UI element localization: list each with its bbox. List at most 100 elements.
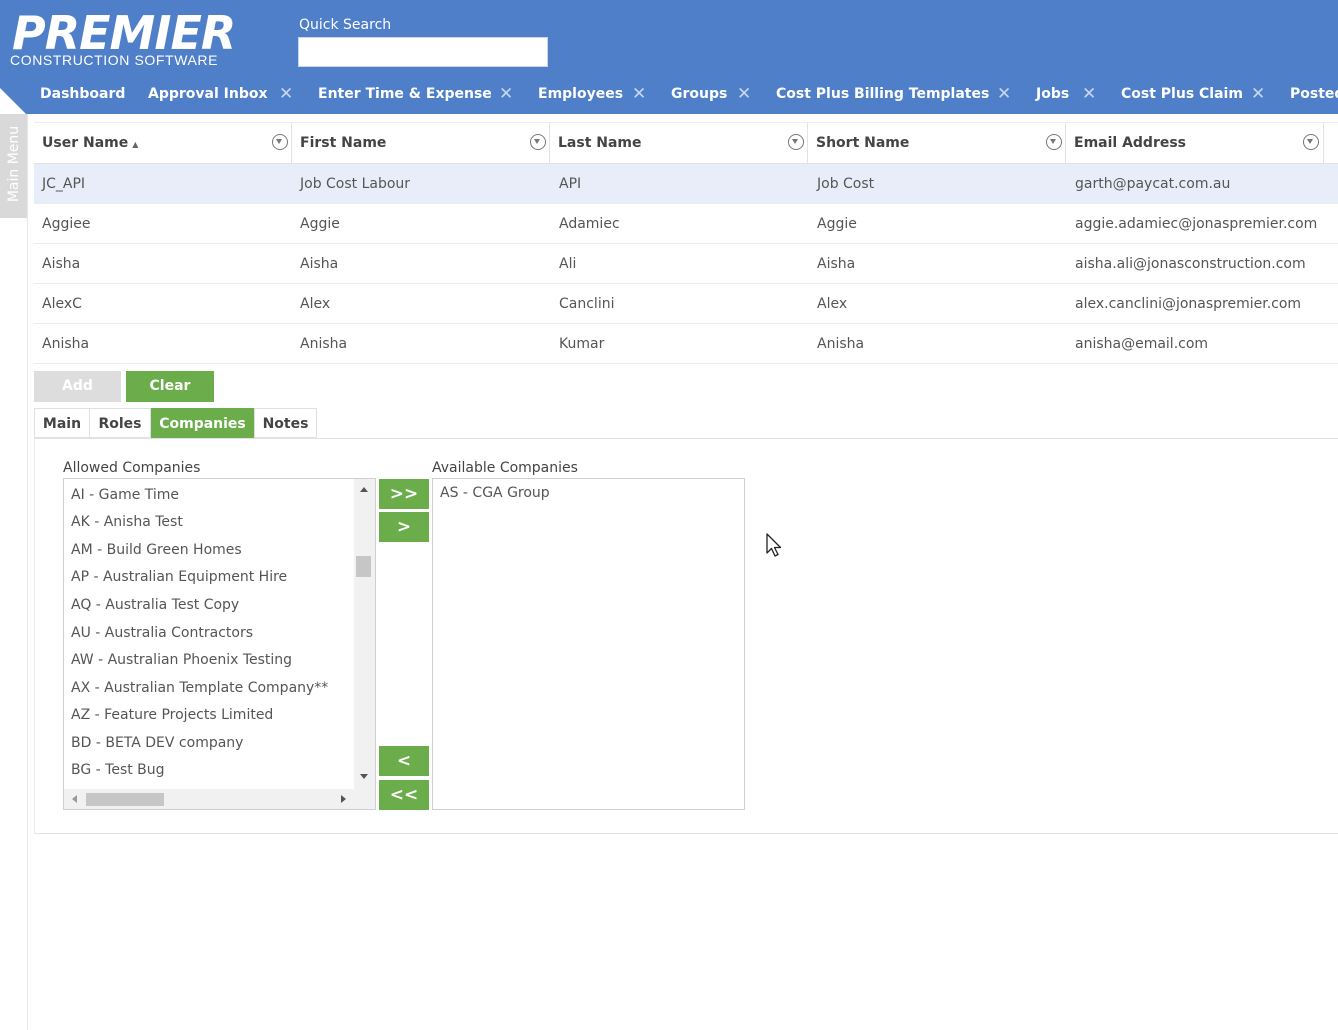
close-icon[interactable]: ✕	[1251, 84, 1265, 104]
tab-main[interactable]: Main	[34, 408, 90, 438]
list-item[interactable]: AU - Australia Contractors	[71, 625, 253, 641]
logo-subtitle: CONSTRUCTION SOFTWARE	[10, 52, 219, 68]
cell-short-name: Aggie	[817, 216, 857, 232]
cell-last-name: API	[559, 176, 582, 192]
list-item[interactable]: AX - Australian Template Company**	[71, 680, 328, 696]
remove-all-companies-button[interactable]: <<	[379, 780, 429, 810]
cell-first-name: Aisha	[300, 256, 339, 272]
scroll-left-icon[interactable]	[72, 795, 77, 803]
mouse-cursor-icon	[766, 533, 782, 557]
list-item[interactable]: AP - Australian Equipment Hire	[71, 569, 287, 585]
close-icon[interactable]: ✕	[997, 84, 1011, 104]
horizontal-scrollbar[interactable]	[64, 789, 355, 809]
tab-notes[interactable]: Notes	[254, 408, 317, 438]
tab-groups[interactable]: Groups	[671, 86, 727, 102]
tab-jobs[interactable]: Jobs	[1036, 86, 1069, 102]
cell-email: alex.canclini@jonaspremier.com	[1075, 296, 1302, 312]
column-last-name[interactable]: Last Name	[550, 123, 808, 163]
filter-icon[interactable]	[530, 134, 546, 150]
scroll-up-icon[interactable]	[360, 487, 368, 492]
column-short-name[interactable]: Short Name	[808, 123, 1066, 163]
cell-last-name: Ali	[559, 256, 577, 272]
close-icon[interactable]: ✕	[1082, 84, 1096, 104]
main-menu-toggle[interactable]: Main Menu	[0, 114, 27, 218]
cell-email: aisha.ali@jonasconstruction.com	[1075, 256, 1306, 272]
tab-roles[interactable]: Roles	[89, 408, 151, 438]
list-item[interactable]: AK - Anisha Test	[71, 514, 183, 530]
table-row[interactable]: Anisha Anisha Kumar Anisha anisha@email.…	[34, 324, 1338, 364]
add-company-button[interactable]: >	[379, 512, 429, 542]
tab-employees[interactable]: Employees	[538, 86, 623, 102]
scrollbar-thumb[interactable]	[86, 793, 164, 806]
list-item[interactable]: AZ - Feature Projects Limited	[71, 707, 273, 723]
table-row[interactable]: Aisha Aisha Ali Aisha aisha.ali@jonascon…	[34, 244, 1338, 284]
cell-user-name: Aisha	[42, 256, 81, 272]
remove-company-button[interactable]: <	[379, 746, 429, 776]
cell-first-name: Anisha	[300, 336, 348, 352]
filter-icon[interactable]	[1046, 134, 1062, 150]
content-divider	[27, 114, 28, 1030]
column-header-label: User Name ▲	[42, 135, 139, 151]
premier-logo[interactable]: PREMIER CONSTRUCTION SOFTWARE	[10, 6, 236, 68]
tab-enter-time-expense[interactable]: Enter Time & Expense	[318, 86, 492, 102]
cell-first-name: Alex	[300, 296, 331, 312]
add-all-companies-button[interactable]: >>	[379, 479, 429, 509]
list-item[interactable]: AW - Australian Phoenix Testing	[71, 652, 292, 668]
column-header-label: First Name	[300, 135, 387, 151]
filter-icon[interactable]	[272, 134, 288, 150]
table-row[interactable]: Aggiee Aggie Adamiec Aggie aggie.adamiec…	[34, 204, 1338, 244]
available-companies-label: Available Companies	[432, 460, 578, 476]
cell-user-name: JC_API	[42, 176, 86, 192]
sort-asc-icon: ▲	[132, 140, 139, 149]
list-item[interactable]: AQ - Australia Test Copy	[71, 597, 239, 613]
panel-bottom-border	[34, 833, 1338, 834]
scrollbar-thumb[interactable]	[356, 556, 371, 577]
cell-last-name: Kumar	[559, 336, 605, 352]
main-menu-label: Main Menu	[6, 125, 22, 203]
tab-cost-plus-claim[interactable]: Cost Plus Claim	[1121, 86, 1243, 102]
cell-last-name: Canclini	[559, 296, 615, 312]
grid-header: User Name ▲ First Name Last Name Short Na…	[34, 122, 1338, 164]
scroll-right-icon[interactable]	[341, 795, 346, 803]
tab-posted[interactable]: Posted	[1290, 86, 1338, 102]
clear-button[interactable]: Clear	[126, 371, 214, 402]
cell-first-name: Aggie	[300, 216, 340, 232]
list-item[interactable]: AI - Game Time	[71, 487, 179, 503]
tab-approval-inbox[interactable]: Approval Inbox	[148, 86, 268, 102]
quick-search-input[interactable]	[298, 37, 548, 67]
list-item[interactable]: BG - Test Bug	[71, 762, 165, 778]
list-item[interactable]: AM - Build Green Homes	[71, 542, 242, 558]
panel-left-border	[34, 438, 35, 833]
tab-dashboard[interactable]: Dashboard	[40, 86, 125, 102]
logo-title: PREMIER	[12, 6, 236, 60]
close-icon[interactable]: ✕	[737, 84, 751, 104]
cell-user-name: AlexC	[42, 296, 82, 312]
table-row[interactable]: JC_API Job Cost Labour API Job Cost gart…	[34, 164, 1338, 204]
column-header-label: Email Address	[1074, 135, 1187, 151]
cell-email: anisha@email.com	[1075, 336, 1209, 352]
column-first-name[interactable]: First Name	[292, 123, 550, 163]
table-row[interactable]: AlexC Alex Canclini Alex alex.canclini@j…	[34, 284, 1338, 324]
scrollbar-corner	[354, 789, 375, 809]
open-tabs-bar: Dashboard Approval Inbox ✕ Enter Time & …	[0, 84, 1338, 110]
close-icon[interactable]: ✕	[632, 84, 646, 104]
column-email-address[interactable]: Email Address	[1066, 123, 1324, 163]
list-item[interactable]: AS - CGA Group	[440, 485, 550, 501]
scroll-down-icon[interactable]	[360, 774, 368, 779]
tab-cost-plus-billing-templates[interactable]: Cost Plus Billing Templates	[776, 86, 989, 102]
list-item[interactable]: BD - BETA DEV company	[71, 735, 243, 751]
available-companies-list[interactable]: AS - CGA Group	[432, 478, 745, 810]
app-header: PREMIER CONSTRUCTION SOFTWARE Quick Sear…	[0, 0, 1338, 114]
add-button[interactable]: Add	[34, 371, 121, 402]
column-user-name[interactable]: User Name ▲	[34, 123, 292, 163]
users-grid: User Name ▲ First Name Last Name Short Na…	[34, 122, 1338, 364]
filter-icon[interactable]	[1303, 134, 1319, 150]
allowed-companies-list[interactable]: AI - Game Time AK - Anisha Test AM - Bui…	[63, 478, 376, 810]
vertical-scrollbar[interactable]	[354, 479, 375, 789]
tab-companies[interactable]: Companies	[151, 408, 254, 438]
close-icon[interactable]: ✕	[279, 84, 293, 104]
filter-icon[interactable]	[788, 134, 804, 150]
close-icon[interactable]: ✕	[499, 84, 513, 104]
cell-email: aggie.adamiec@jonaspremier.com	[1075, 216, 1318, 232]
column-header-label: Short Name	[816, 135, 910, 151]
